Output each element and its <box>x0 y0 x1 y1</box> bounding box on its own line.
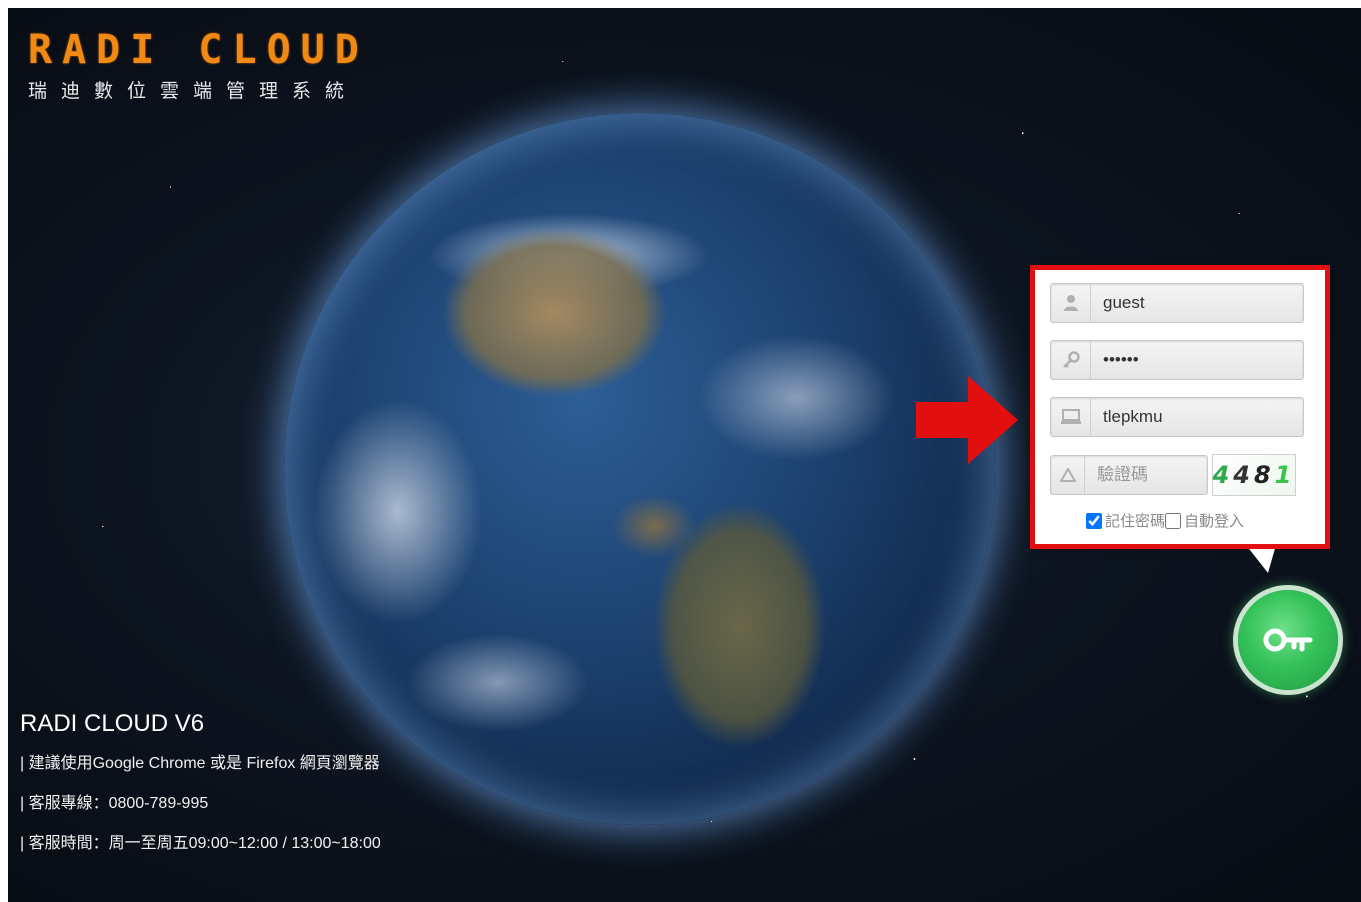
computer-icon <box>1051 398 1091 436</box>
red-arrow-icon <box>916 376 1018 464</box>
key-icon <box>1051 341 1091 379</box>
browser-note: | 建議使用Google Chrome 或是 Firefox 網頁瀏覽器 <box>20 755 380 772</box>
login-options: 記住密碼 自動登入 <box>1086 510 1244 531</box>
version-label: RADI CLOUD V6 <box>20 710 205 737</box>
logo-title: RADI CLOUD <box>28 27 369 73</box>
auto-login-option[interactable]: 自動登入 <box>1165 510 1244 531</box>
password-field <box>1050 340 1304 380</box>
captcha-char: 1 <box>1274 461 1296 489</box>
company-field <box>1050 397 1304 437</box>
auto-login-label: 自動登入 <box>1184 513 1245 530</box>
captcha-input[interactable] <box>1085 456 1207 494</box>
remember-password-option[interactable]: 記住密碼 <box>1086 510 1165 531</box>
captcha-char: 8 <box>1254 461 1275 489</box>
captcha-image[interactable]: 4 4 8 1 <box>1212 454 1296 496</box>
brand-logo: RADI CLOUD 瑞迪數位雲端管理系統 <box>28 28 369 103</box>
earth-image <box>284 113 996 825</box>
password-input[interactable] <box>1091 341 1303 379</box>
username-field <box>1050 283 1304 323</box>
company-input[interactable] <box>1091 398 1303 436</box>
user-icon <box>1051 284 1091 322</box>
captcha-char: 4 <box>1212 461 1234 489</box>
login-button[interactable] <box>1238 590 1338 690</box>
login-panel-tail <box>1246 545 1276 573</box>
captcha-field <box>1050 455 1208 495</box>
captcha-char: 4 <box>1233 461 1254 489</box>
auto-login-checkbox[interactable] <box>1165 512 1182 529</box>
footer-info: RADI CLOUD V6 | 建議使用Google Chrome 或是 Fir… <box>20 704 381 864</box>
service-hours: | 客服時間：周一至周五09:00~12:00 / 13:00~18:00 <box>20 835 381 852</box>
logo-subtitle: 瑞迪數位雲端管理系統 <box>28 80 359 102</box>
remember-password-checkbox[interactable] <box>1086 512 1102 529</box>
remember-password-label: 記住密碼 <box>1105 513 1166 530</box>
key-icon <box>1263 628 1313 652</box>
username-input[interactable] <box>1091 284 1303 322</box>
captcha-icon <box>1051 456 1085 494</box>
hotline-text: | 客服專線：0800-789-995 <box>20 795 209 812</box>
